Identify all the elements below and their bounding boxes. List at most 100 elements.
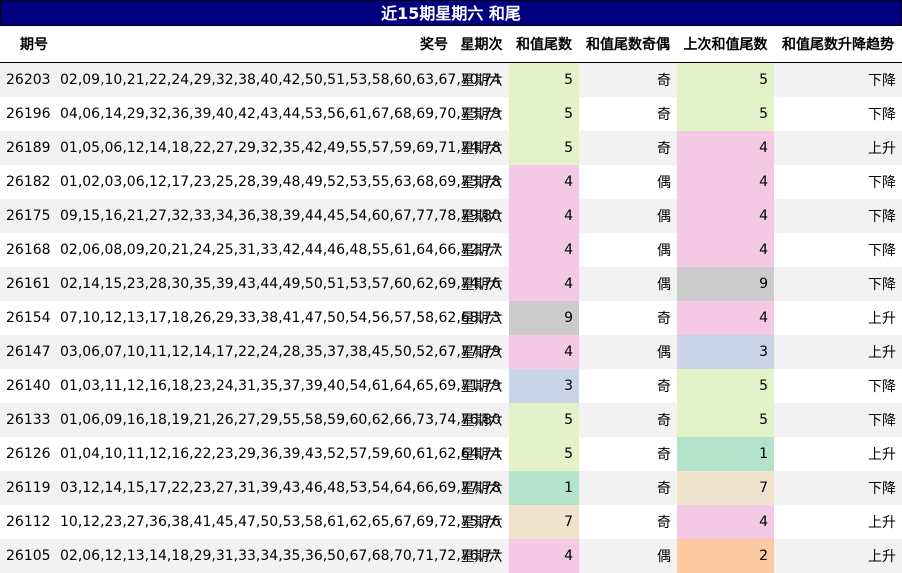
- tail-cell: 5: [509, 62, 579, 97]
- weekday-cell: 星期六: [460, 379, 503, 395]
- trend-cell: 下降: [774, 62, 902, 97]
- trend-cell: 下降: [774, 199, 902, 233]
- weekday-cell: 星期六: [454, 539, 509, 573]
- trend-cell: 下降: [774, 471, 902, 505]
- numbers-cell: 01,06,09,16,18,19,21,26,27,29,55,58,59,6…: [54, 403, 501, 437]
- parity-cell: 奇: [579, 62, 677, 97]
- table-row: 26182 01,02,03,06,12,17,23,25,28,39,48,49…: [0, 165, 902, 199]
- numbers-cell: 10,12,23,27,36,38,41,45,47,50,53,58,61,6…: [60, 514, 501, 530]
- prev-tail-cell: 4: [677, 233, 774, 267]
- tail-cell: 4: [509, 539, 579, 573]
- parity-cell: 奇: [657, 379, 671, 395]
- trend-cell: 下降: [868, 175, 896, 191]
- weekday-cell: 星期六: [460, 107, 503, 123]
- table-row: 26189 01,05,06,12,14,18,22,27,29,32,35,42…: [0, 131, 902, 165]
- tail-cell: 4: [509, 233, 579, 267]
- prev-tail-cell: 5: [677, 369, 774, 403]
- weekday-cell: 星期六: [454, 199, 509, 233]
- prev-tail-cell: 1: [677, 437, 774, 471]
- parity-cell: 偶: [657, 175, 671, 191]
- weekday-cell: 星期六: [454, 62, 509, 97]
- parity-cell: 偶: [579, 539, 677, 573]
- period-cell: 26112: [6, 514, 51, 530]
- prev-tail-cell: 4: [677, 165, 774, 199]
- tail-cell: 4: [509, 199, 579, 233]
- period-cell: 26168: [6, 242, 51, 258]
- table-row: 26119 03,12,14,15,17,22,23,27,31,39,43,46…: [0, 471, 902, 505]
- trend-cell: 下降: [868, 379, 896, 395]
- table-row: 26175 09,15,16,21,27,32,33,34,36,38,39,44…: [0, 199, 902, 233]
- numbers-cell: 02,06,12,13,14,18,29,31,33,34,35,36,50,6…: [54, 539, 501, 573]
- header-parity: 和值尾数奇偶: [579, 26, 677, 63]
- trend-cell: 上升: [774, 539, 902, 573]
- parity-cell: 奇: [579, 403, 677, 437]
- table-row: 26203 02,09,10,21,22,24,29,32,38,40,42,50…: [0, 62, 902, 97]
- prev-tail-cell: 4: [677, 199, 774, 233]
- numbers-cell: 01,03,11,12,16,18,23,24,31,35,37,39,40,5…: [60, 378, 501, 394]
- numbers-cell: 01,04,10,11,12,16,22,23,29,36,39,43,52,5…: [60, 446, 501, 462]
- parity-cell: 偶: [657, 243, 671, 259]
- tail-cell: 5: [509, 97, 579, 131]
- tail-cell: 3: [509, 369, 579, 403]
- period-cell: 26161: [0, 267, 54, 301]
- header-row: 期号 奖号 星期次 和值尾数 和值尾数奇偶 上次和值尾数 和值尾数升降趋势: [0, 26, 902, 63]
- parity-cell: 奇: [657, 311, 671, 327]
- table-row: 26112 10,12,23,27,36,38,41,45,47,50,53,58…: [0, 505, 902, 539]
- header-numbers: 奖号: [54, 26, 454, 63]
- trend-cell: 下降: [774, 267, 902, 301]
- weekday-cell: 星期六: [460, 311, 503, 327]
- tail-cell: 4: [509, 335, 579, 369]
- period-cell: 26189: [0, 131, 54, 165]
- trend-cell: 上升: [868, 515, 896, 531]
- weekday-cell: 星期六: [454, 131, 509, 165]
- prev-tail-cell: 4: [677, 301, 774, 335]
- period-cell: 26140: [6, 378, 51, 394]
- parity-cell: 奇: [657, 447, 671, 463]
- table-row: 26196 04,06,14,29,32,36,39,40,42,43,44,53…: [0, 97, 902, 131]
- trend-cell: 上升: [868, 311, 896, 327]
- period-cell: 26175: [0, 199, 54, 233]
- header-trend: 和值尾数升降趋势: [774, 26, 902, 63]
- weekday-cell: 星期六: [454, 403, 509, 437]
- period-cell: 26147: [0, 335, 54, 369]
- parity-cell: 偶: [579, 199, 677, 233]
- parity-cell: 奇: [579, 131, 677, 165]
- page-title: 近15期星期六 和尾: [0, 0, 902, 26]
- numbers-cell: 03,06,07,10,11,12,14,17,22,24,28,35,37,3…: [54, 335, 501, 369]
- tail-cell: 7: [509, 505, 579, 539]
- header-tail: 和值尾数: [509, 26, 579, 63]
- tail-cell: 5: [509, 403, 579, 437]
- period-cell: 26119: [0, 471, 54, 505]
- tail-cell: 1: [509, 471, 579, 505]
- weekday-cell: 星期六: [454, 335, 509, 369]
- period-cell: 26154: [6, 310, 51, 326]
- numbers-cell: 01,02,03,06,12,17,23,25,28,39,48,49,52,5…: [60, 174, 501, 190]
- trend-cell: 下降: [868, 107, 896, 123]
- period-cell: 26182: [6, 174, 51, 190]
- numbers-cell: 07,10,12,13,17,18,26,29,33,38,41,47,50,5…: [60, 310, 501, 326]
- trend-cell: 下降: [774, 403, 902, 437]
- tail-cell: 4: [509, 267, 579, 301]
- results-table: 期号 奖号 星期次 和值尾数 和值尾数奇偶 上次和值尾数 和值尾数升降趋势 26…: [0, 26, 902, 573]
- numbers-cell: 02,14,15,23,28,30,35,39,43,44,49,50,51,5…: [54, 267, 501, 301]
- prev-tail-cell: 2: [677, 539, 774, 573]
- header-prev-tail: 上次和值尾数: [677, 26, 774, 63]
- trend-cell: 上升: [868, 447, 896, 463]
- header-period: 期号: [0, 26, 54, 63]
- table-row: 26154 07,10,12,13,17,18,26,29,33,38,41,47…: [0, 301, 902, 335]
- weekday-cell: 星期六: [460, 515, 503, 531]
- numbers-cell: 09,15,16,21,27,32,33,34,36,38,39,44,45,5…: [54, 199, 501, 233]
- table-row: 26161 02,14,15,23,28,30,35,39,43,44,49,50…: [0, 267, 902, 301]
- trend-cell: 下降: [868, 243, 896, 259]
- period-cell: 26133: [0, 403, 54, 437]
- parity-cell: 奇: [657, 515, 671, 531]
- prev-tail-cell: 5: [677, 62, 774, 97]
- numbers-cell: 04,06,14,29,32,36,39,40,42,43,44,53,56,6…: [60, 106, 501, 122]
- parity-cell: 奇: [657, 107, 671, 123]
- header-weekday: 星期次: [454, 26, 509, 63]
- weekday-cell: 星期六: [454, 471, 509, 505]
- tail-cell: 5: [509, 131, 579, 165]
- tail-cell: 5: [509, 437, 579, 471]
- period-cell: 26203: [0, 62, 54, 97]
- parity-cell: 奇: [579, 471, 677, 505]
